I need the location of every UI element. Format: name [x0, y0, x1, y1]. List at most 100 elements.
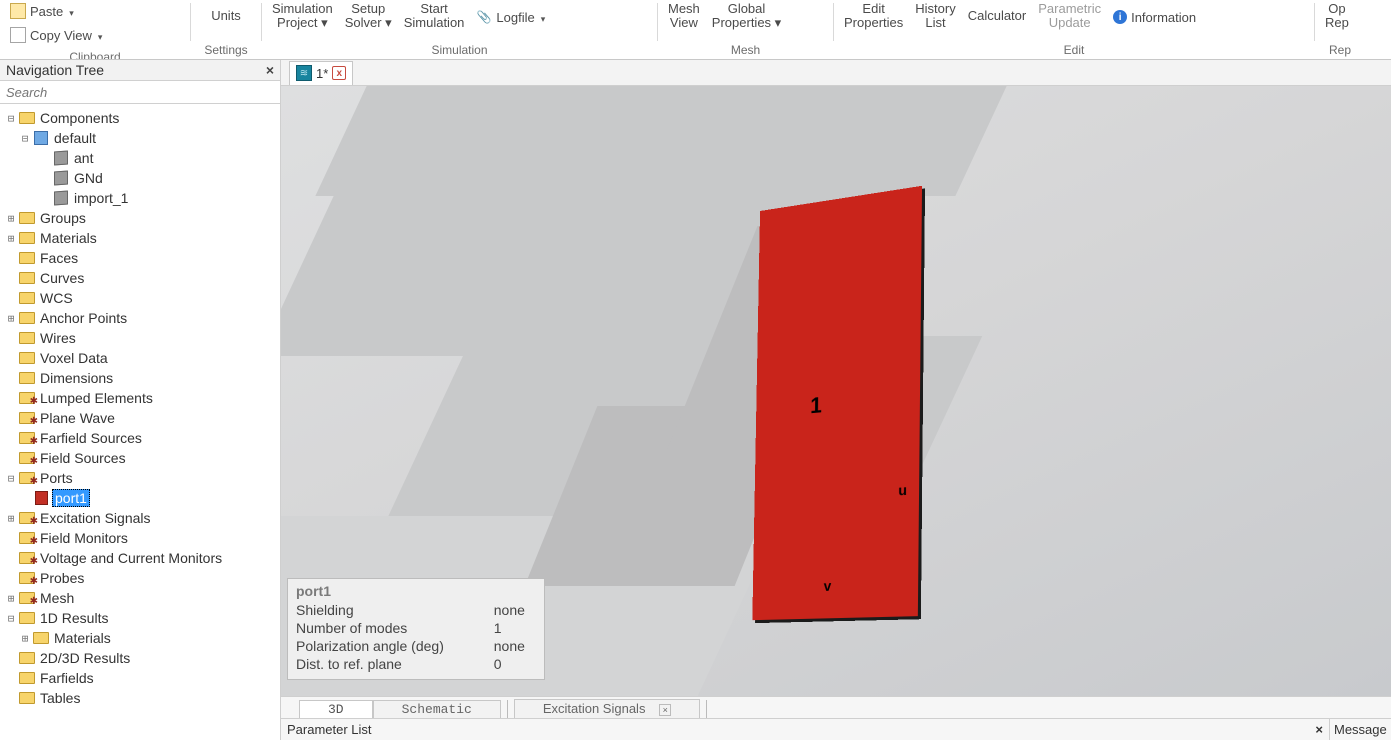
tree-node-ports[interactable]: ⊟Ports — [4, 468, 278, 488]
ribbon-group-label: Mesh — [664, 39, 827, 57]
chevron-down-icon — [96, 28, 103, 43]
history-list-button[interactable]: History List — [911, 0, 959, 32]
search-input[interactable] — [0, 80, 280, 104]
navigation-tree-panel: Navigation Tree × ⊟Components ⊟default a… — [0, 60, 281, 740]
paperclip-icon: 📎 — [476, 9, 492, 25]
messages-panel[interactable]: Message — [1329, 719, 1391, 740]
separator — [507, 700, 508, 718]
tree-node-materials[interactable]: ⊞Materials — [4, 228, 278, 248]
setup-solver-button[interactable]: Setup Solver ▾ — [341, 0, 396, 32]
mesh-view-button[interactable]: Mesh View — [664, 0, 704, 32]
port-number-label: 1 — [810, 392, 822, 419]
paste-label: Paste — [30, 4, 63, 19]
tree-node-port1[interactable]: port1 — [4, 488, 278, 508]
chevron-down-icon — [67, 4, 74, 19]
port-info-box: port1 Shieldingnone Number of modes1 Pol… — [287, 578, 545, 680]
units-button[interactable]: Units — [207, 0, 245, 32]
tree-node-dimensions[interactable]: Dimensions — [4, 368, 278, 388]
nav-search — [0, 80, 280, 104]
axis-v-label: v — [824, 577, 832, 594]
paste-icon — [10, 3, 26, 19]
ribbon-group-label: Rep — [1321, 39, 1359, 57]
ribbon-group-label: Clipboard — [6, 46, 184, 60]
calculator-button[interactable]: Calculator — [964, 0, 1031, 32]
ribbon-group-mesh: Mesh View Global Properties ▾ Mesh — [658, 0, 833, 59]
tree-node-anchor[interactable]: ⊞Anchor Points — [4, 308, 278, 328]
tree-node-wires[interactable]: Wires — [4, 328, 278, 348]
close-icon[interactable]: × — [266, 62, 274, 78]
simulation-project-button[interactable]: Simulation Project ▾ — [268, 0, 337, 32]
tree-node-import1[interactable]: import_1 — [4, 188, 278, 208]
parametric-update-button[interactable]: Parametric Update — [1034, 0, 1105, 32]
parameter-list-panel[interactable]: Parameter List × — [281, 719, 1329, 740]
close-icon[interactable]: × — [1315, 722, 1323, 737]
tree-node-1d-materials[interactable]: ⊞Materials — [4, 628, 278, 648]
tab-schematic[interactable]: Schematic — [373, 700, 501, 718]
copy-icon — [10, 27, 26, 43]
tree-node-excitation[interactable]: ⊞Excitation Signals — [4, 508, 278, 528]
tree-node-field-sources[interactable]: Field Sources — [4, 448, 278, 468]
table-row: Polarization angle (deg)none — [296, 637, 536, 655]
tree-node-components[interactable]: ⊟Components — [4, 108, 278, 128]
tree-node-vi-monitors[interactable]: Voltage and Current Monitors — [4, 548, 278, 568]
tree-node-farfield-sources[interactable]: Farfield Sources — [4, 428, 278, 448]
tree-node-mesh[interactable]: ⊞Mesh — [4, 588, 278, 608]
logfile-button[interactable]: 📎 Logfile — [472, 6, 549, 28]
table-row: Number of modes1 — [296, 619, 536, 637]
tree-node-curves[interactable]: Curves — [4, 268, 278, 288]
messages-title: Message — [1334, 722, 1387, 737]
tree-node-probes[interactable]: Probes — [4, 568, 278, 588]
ribbon-group-simulation: Simulation Project ▾ Setup Solver ▾ Star… — [262, 0, 657, 59]
axis-u-label: u — [898, 482, 907, 499]
global-properties-button[interactable]: Global Properties ▾ — [708, 0, 785, 32]
ribbon-group-label: Edit — [840, 39, 1308, 57]
tree-node-farfields[interactable]: Farfields — [4, 668, 278, 688]
document-tab[interactable]: ≋ 1* x — [289, 61, 353, 85]
tree-node-ant[interactable]: ant — [4, 148, 278, 168]
close-icon[interactable]: × — [659, 704, 671, 716]
nav-panel-title: Navigation Tree — [6, 62, 104, 78]
start-simulation-button[interactable]: Start Simulation — [400, 0, 469, 32]
copy-view-button[interactable]: Copy View — [6, 24, 106, 46]
nav-panel-header: Navigation Tree × — [0, 60, 280, 80]
ribbon: Paste Copy View Clipboard Units Settings — [0, 0, 1391, 60]
ribbon-group-edit: Edit Properties History List Calculator … — [834, 0, 1314, 59]
paste-button[interactable]: Paste — [6, 0, 106, 22]
ribbon-group-settings: Units Settings — [191, 0, 261, 59]
tree-node-1d-results[interactable]: ⊟1D Results — [4, 608, 278, 628]
port-info-title: port1 — [296, 583, 536, 599]
tree-node-groups[interactable]: ⊞Groups — [4, 208, 278, 228]
main-area: Navigation Tree × ⊟Components ⊟default a… — [0, 60, 1391, 740]
tree-node-tables[interactable]: Tables — [4, 688, 278, 708]
info-icon: i — [1113, 10, 1127, 24]
view-tabs: 3D Schematic Excitation Signals × — [281, 696, 1391, 718]
edit-properties-button[interactable]: Edit Properties — [840, 0, 907, 32]
tree-node-field-monitors[interactable]: Field Monitors — [4, 528, 278, 548]
3d-viewport[interactable]: 1 u v port1 Shieldingnone Number of mode… — [281, 86, 1391, 696]
port-info-table: Shieldingnone Number of modes1 Polarizat… — [296, 601, 536, 673]
tree-node-planewave[interactable]: Plane Wave — [4, 408, 278, 428]
ribbon-group-report: Op Rep Rep — [1315, 0, 1365, 59]
tree-node-2d3d-results[interactable]: 2D/3D Results — [4, 648, 278, 668]
tree-node-gnd[interactable]: GNd — [4, 168, 278, 188]
ribbon-group-label: Settings — [197, 39, 255, 57]
tree-node-wcs[interactable]: WCS — [4, 288, 278, 308]
chevron-down-icon — [539, 10, 546, 25]
copy-view-label: Copy View — [30, 28, 92, 43]
tree-node-faces[interactable]: Faces — [4, 248, 278, 268]
tab-3d[interactable]: 3D — [299, 700, 373, 718]
port-plane[interactable]: 1 u v — [752, 186, 922, 620]
tree-node-default[interactable]: ⊟default — [4, 128, 278, 148]
ribbon-group-clipboard: Paste Copy View Clipboard — [0, 0, 190, 59]
close-icon[interactable]: x — [332, 66, 346, 80]
parameter-list-title: Parameter List — [287, 722, 372, 737]
document-tab-label: 1* — [316, 66, 328, 81]
ribbon-group-label: Simulation — [268, 39, 651, 57]
navigation-tree[interactable]: ⊟Components ⊟default ant GNd import_1 ⊞G… — [0, 104, 280, 740]
tab-excitation-signals[interactable]: Excitation Signals × — [514, 699, 700, 718]
tree-node-lumped[interactable]: Lumped Elements — [4, 388, 278, 408]
table-row: Shieldingnone — [296, 601, 536, 619]
tree-node-voxel[interactable]: Voxel Data — [4, 348, 278, 368]
information-button[interactable]: i Information — [1109, 6, 1200, 28]
report-button[interactable]: Op Rep — [1321, 0, 1353, 32]
